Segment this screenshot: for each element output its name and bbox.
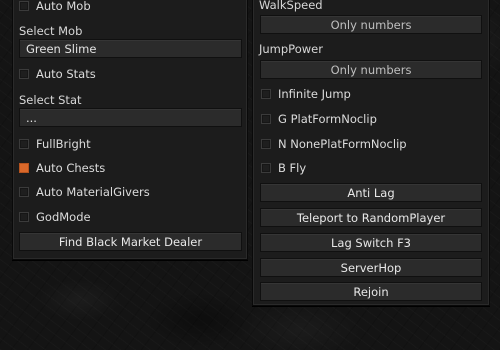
teleport-random-player-button[interactable]: Teleport to RandomPlayer [260,208,482,227]
select-mob-dropdown[interactable]: Green Slime [19,39,242,58]
n-noneplatform-noclip-checkbox[interactable] [261,139,271,149]
walkspeed-label: WalkSpeed [259,0,323,12]
n-noneplatform-noclip-label: N NonePlatFormNoclip [278,137,407,151]
g-platform-noclip-toggle[interactable]: G PlatFormNoclip [261,112,489,126]
b-fly-label: B Fly [278,161,307,175]
fullbright-checkbox[interactable] [19,139,29,149]
right-panel: WalkSpeed Only numbers JumpPower Only nu… [252,0,490,306]
infinite-jump-toggle[interactable]: Infinite Jump [261,87,489,101]
find-black-market-dealer-button[interactable]: Find Black Market Dealer [19,232,242,251]
rejoin-button[interactable]: Rejoin [260,282,482,301]
auto-materialgivers-label: Auto MaterialGivers [36,185,150,199]
lag-switch-button[interactable]: Lag Switch F3 [260,233,482,252]
b-fly-checkbox[interactable] [261,163,271,173]
godmode-toggle[interactable]: GodMode [19,210,247,224]
jumppower-label: JumpPower [259,42,323,56]
fullbright-label: FullBright [36,137,91,151]
b-fly-toggle[interactable]: B Fly [261,161,489,175]
left-panel: Auto Mob Select Mob Green Slime Auto Sta… [12,0,248,260]
anti-lag-button[interactable]: Anti Lag [260,183,482,202]
auto-mob-label: Auto Mob [36,0,91,13]
auto-stats-label: Auto Stats [36,67,96,81]
auto-stats-toggle[interactable]: Auto Stats [19,67,247,81]
fullbright-toggle[interactable]: FullBright [19,137,247,151]
auto-chests-toggle[interactable]: Auto Chests [19,161,247,175]
select-stat-dropdown[interactable]: ... [19,108,242,127]
select-mob-label: Select Mob [19,24,83,38]
auto-mob-toggle[interactable]: Auto Mob [19,0,247,13]
auto-chests-label: Auto Chests [36,161,106,175]
g-platform-noclip-checkbox[interactable] [261,114,271,124]
godmode-label: GodMode [36,210,91,224]
godmode-checkbox[interactable] [19,212,29,222]
auto-materialgivers-checkbox[interactable] [19,187,29,197]
auto-chests-checkbox[interactable] [19,163,29,173]
infinite-jump-checkbox[interactable] [261,89,271,99]
auto-mob-checkbox[interactable] [19,1,29,11]
auto-stats-checkbox[interactable] [19,69,29,79]
walkspeed-input[interactable]: Only numbers [260,15,482,34]
auto-materialgivers-toggle[interactable]: Auto MaterialGivers [19,185,247,199]
n-noneplatform-noclip-toggle[interactable]: N NonePlatFormNoclip [261,137,489,151]
serverhop-button[interactable]: ServerHop [260,258,482,277]
infinite-jump-label: Infinite Jump [278,87,351,101]
g-platform-noclip-label: G PlatFormNoclip [278,112,377,126]
jumppower-input[interactable]: Only numbers [260,60,482,79]
select-stat-label: Select Stat [19,93,82,107]
